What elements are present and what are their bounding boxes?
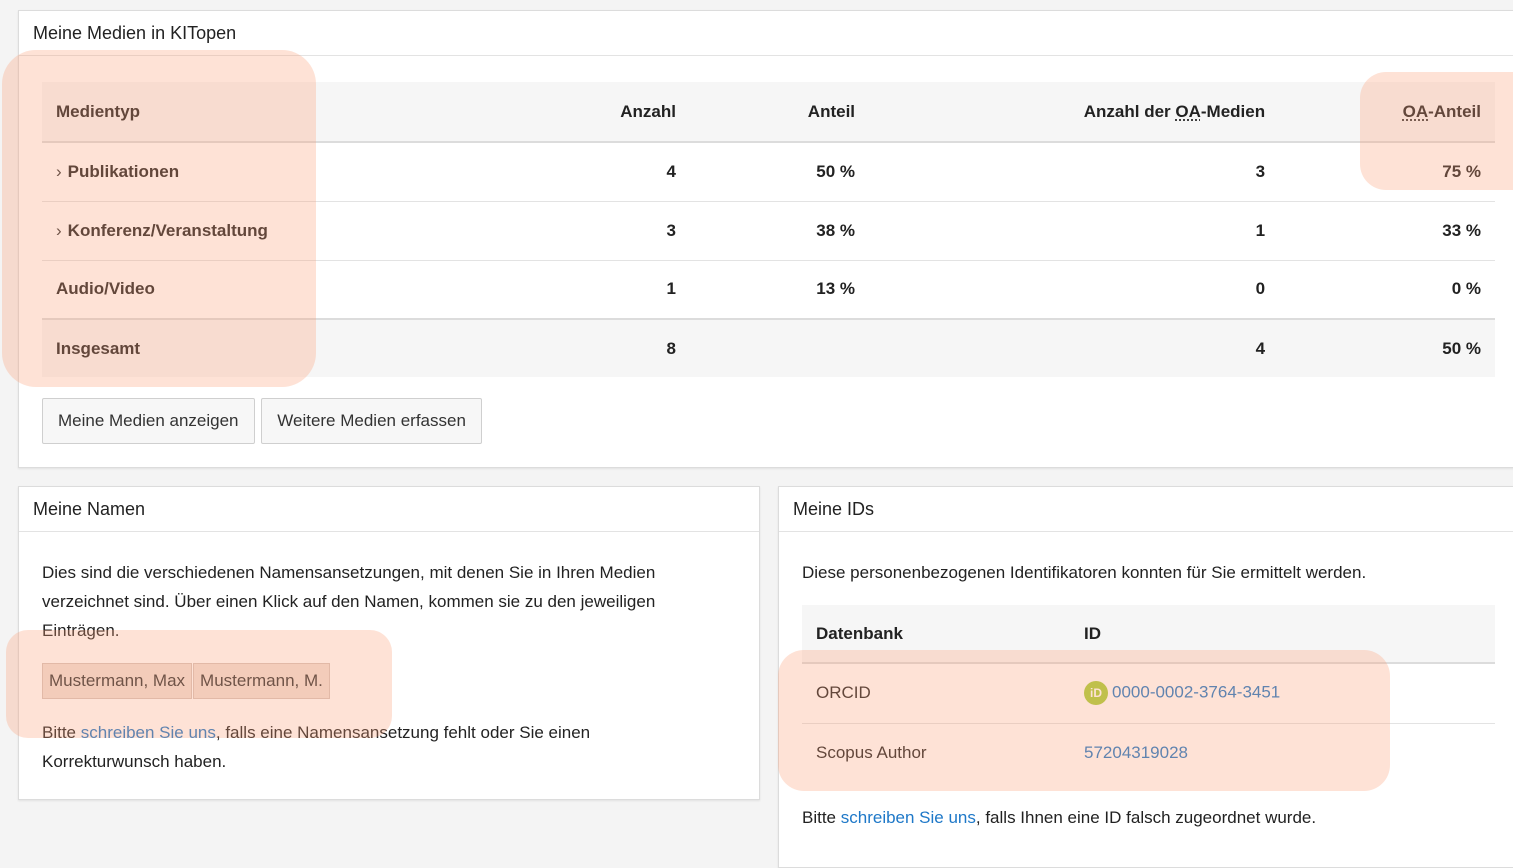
- media-type-label: Audio/Video: [56, 279, 155, 299]
- chevron-right-icon[interactable]: ›: [56, 221, 62, 240]
- media-row-konferenz[interactable]: › Konferenz/Veranstaltung 3 38 % 1 33 %: [42, 201, 1495, 260]
- scopus-id-link[interactable]: 57204319028: [1084, 743, 1188, 762]
- names-intro-line: verzeichnet sind. Über einen Klick auf d…: [42, 592, 656, 611]
- orcid-id-link[interactable]: 0000-0002-3764-3451: [1112, 683, 1280, 702]
- name-tag[interactable]: Mustermann, M.: [193, 663, 330, 699]
- media-panel: Meine Medien in KITopen Medientyp Anzahl…: [18, 10, 1513, 468]
- media-oa-count: 0: [1255, 279, 1266, 299]
- add-media-button[interactable]: Weitere Medien erfassen: [261, 398, 482, 444]
- media-table-header: Medientyp Anzahl Anteil Anzahl der OA-Me…: [42, 82, 1495, 143]
- oa-count-prefix: Anzahl der: [1083, 101, 1176, 121]
- media-oa-share: 33 %: [1442, 220, 1481, 240]
- media-row-publikationen[interactable]: › Publikationen 4 50 % 3 75 %: [42, 142, 1495, 201]
- names-intro-line: Dies sind die verschiedenen Namensansetz…: [42, 563, 656, 582]
- col-header-anteil[interactable]: Anteil: [690, 82, 870, 143]
- ids-intro: Diese personenbezogenen Identifikatoren …: [802, 563, 1367, 582]
- ids-panel-title: Meine IDs: [779, 487, 1513, 532]
- media-share: 50 %: [816, 161, 856, 181]
- names-intro-line: Einträgen.: [42, 621, 120, 640]
- ids-footer: Bitte schreiben Sie uns, falls Ihnen ein…: [802, 803, 1316, 832]
- ids-table-header: Datenbank ID: [802, 605, 1495, 664]
- media-button-row: Meine Medien anzeigen Weitere Medien erf…: [42, 398, 484, 444]
- names-panel: Meine Namen Dies sind die verschiedenen …: [18, 486, 760, 800]
- id-db-label: Scopus Author: [816, 743, 927, 763]
- ids-footer-prefix: Bitte: [802, 808, 841, 827]
- oa-share-abbr: OA: [1402, 101, 1429, 121]
- names-footer: Bitte schreiben Sie uns, falls eine Name…: [42, 718, 590, 776]
- contact-link[interactable]: schreiben Sie uns: [81, 723, 216, 742]
- id-row-orcid: ORCID iD 0000-0002-3764-3451: [802, 663, 1495, 723]
- total-share: [690, 319, 869, 377]
- media-count: 4: [666, 161, 676, 181]
- orcid-icon: iD: [1084, 681, 1108, 706]
- media-type-cell[interactable]: › Publikationen: [42, 142, 529, 201]
- oa-abbr: OA: [1175, 101, 1201, 121]
- ids-footer-suffix: , falls Ihnen eine ID falsch zugeordnet …: [975, 808, 1317, 827]
- ids-table: Datenbank ID ORCID iD 0000-0002-3764-3451…: [802, 605, 1495, 783]
- media-oa-count: 1: [1255, 220, 1266, 240]
- media-oa-share: 75 %: [1442, 161, 1481, 181]
- total-oa-count: 4: [1255, 338, 1266, 358]
- total-count: 8: [666, 338, 676, 358]
- media-row-total: Insgesamt 8 4 50 %: [42, 319, 1495, 377]
- col-header-anzahl[interactable]: Anzahl: [528, 82, 690, 143]
- names-intro: Dies sind die verschiedenen Namensansetz…: [42, 558, 655, 645]
- name-tags: Mustermann, Max Mustermann, M.: [42, 663, 331, 699]
- name-tag[interactable]: Mustermann, Max: [42, 663, 193, 699]
- media-panel-title: Meine Medien in KITopen: [19, 11, 1513, 56]
- media-type-label: Konferenz/Veranstaltung: [67, 220, 268, 240]
- media-table: Medientyp Anzahl Anteil Anzahl der OA-Me…: [42, 82, 1495, 377]
- names-footer-line2: Korrekturwunsch haben.: [42, 752, 227, 771]
- col-header-medientyp[interactable]: Medientyp: [42, 82, 529, 143]
- contact-link[interactable]: schreiben Sie uns: [841, 808, 976, 827]
- id-row-scopus: Scopus Author 57204319028: [802, 723, 1495, 783]
- id-value-cell: iD 0000-0002-3764-3451: [1070, 663, 1495, 723]
- oa-count-suffix: -Medien: [1200, 101, 1266, 121]
- col-header-oa-count[interactable]: Anzahl der OA-Medien: [869, 82, 1280, 143]
- media-type-label: Publikationen: [67, 161, 180, 181]
- media-type-cell[interactable]: › Konferenz/Veranstaltung: [42, 201, 529, 260]
- total-label: Insgesamt: [56, 338, 141, 358]
- names-footer-suffix: , falls eine Namensansetzung fehlt oder …: [215, 723, 591, 742]
- col-header-oa-share[interactable]: OA-Anteil: [1279, 82, 1495, 143]
- media-type-cell: Audio/Video: [42, 260, 529, 319]
- ids-panel: Meine IDs Diese personenbezogenen Identi…: [778, 486, 1513, 868]
- media-oa-share: 0 %: [1451, 279, 1481, 299]
- id-db-label: ORCID: [816, 683, 871, 703]
- col-header-id: ID: [1070, 605, 1495, 664]
- media-row-audio-video: Audio/Video 1 13 % 0 0 %: [42, 260, 1495, 319]
- media-count: 1: [666, 279, 676, 299]
- media-share: 38 %: [816, 220, 856, 240]
- col-header-datenbank: Datenbank: [802, 605, 1070, 664]
- id-value-cell: 57204319028: [1070, 723, 1495, 783]
- chevron-right-icon[interactable]: ›: [56, 162, 62, 181]
- show-media-button[interactable]: Meine Medien anzeigen: [42, 398, 255, 444]
- total-oa-share: 50 %: [1442, 338, 1481, 358]
- oa-share-suffix: -Anteil: [1428, 101, 1481, 121]
- media-count: 3: [666, 220, 676, 240]
- media-oa-count: 3: [1255, 161, 1266, 181]
- names-panel-title: Meine Namen: [19, 487, 759, 532]
- media-share: 13 %: [816, 279, 856, 299]
- names-footer-prefix: Bitte: [42, 723, 81, 742]
